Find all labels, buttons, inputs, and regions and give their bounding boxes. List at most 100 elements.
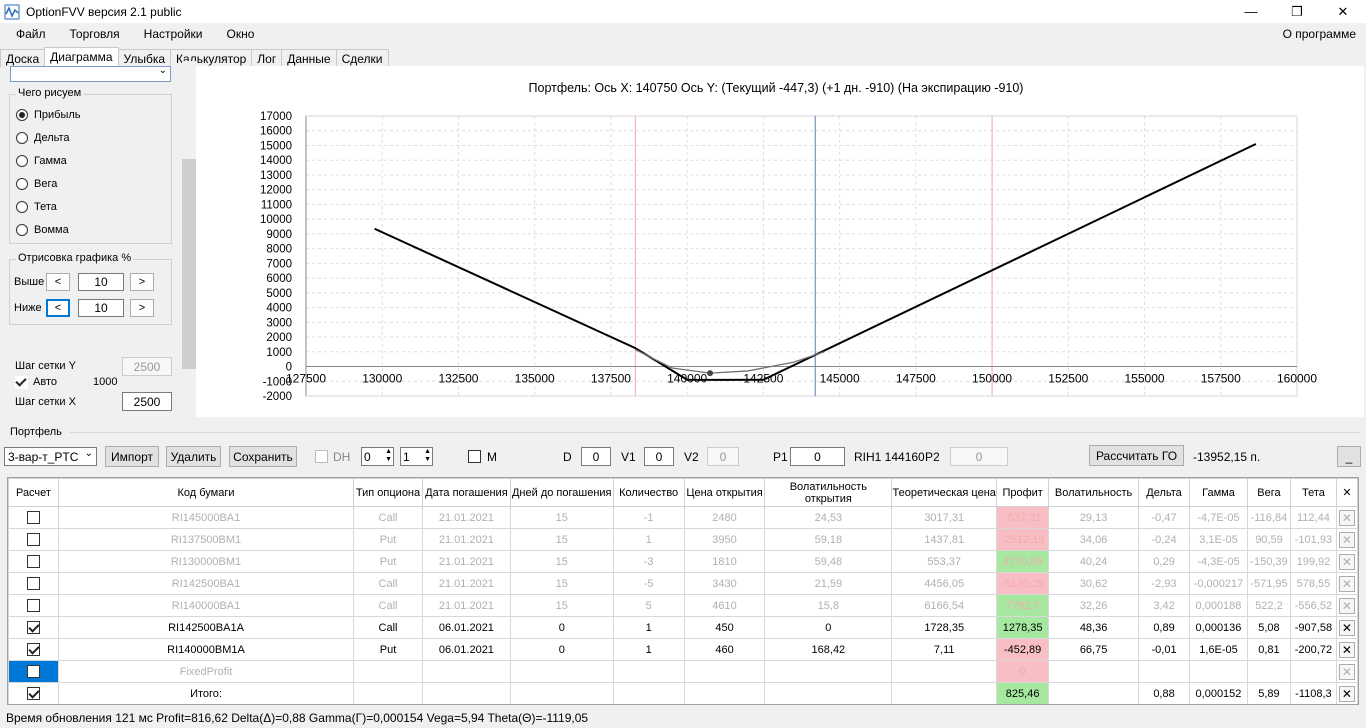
column-header[interactable]: Гамма [1189, 478, 1248, 507]
above-decrease-button[interactable]: < [46, 273, 70, 291]
calc-checkbox[interactable] [26, 555, 40, 568]
remove-cell[interactable]: ✕ [1335, 638, 1358, 661]
remove-row-icon[interactable]: ✕ [1338, 597, 1355, 614]
calc-checkbox-cell[interactable] [8, 506, 59, 529]
remove-cell[interactable]: ✕ [1335, 660, 1358, 683]
remove-row-icon[interactable]: ✕ [1338, 531, 1355, 548]
menu-trading[interactable]: Торговля [62, 27, 128, 41]
tab-diagram[interactable]: Диаграмма [44, 47, 119, 68]
m-checkbox[interactable] [468, 450, 481, 463]
calc-checkbox-cell[interactable] [8, 660, 59, 683]
calc-checkbox-cell[interactable] [8, 616, 59, 639]
save-button[interactable]: Сохранить [229, 446, 297, 467]
calc-checkbox-cell[interactable] [8, 572, 59, 595]
calc-checkbox[interactable] [26, 599, 40, 612]
calc-checkbox[interactable] [26, 511, 40, 524]
maximize-button[interactable]: ❐ [1274, 0, 1320, 23]
remove-row-icon[interactable]: ✕ [1338, 641, 1355, 658]
tab-data[interactable]: Данные [281, 49, 337, 67]
calc-checkbox-cell[interactable] [8, 682, 59, 704]
auto-checkbox[interactable] [15, 376, 28, 389]
column-header[interactable]: Количество [612, 478, 685, 507]
v2-input[interactable]: 0 [707, 447, 739, 466]
column-header[interactable]: Цена открытия [683, 478, 766, 507]
column-header[interactable]: Тета [1289, 478, 1337, 507]
calc-checkbox[interactable] [26, 687, 40, 700]
remove-cell[interactable]: ✕ [1335, 572, 1358, 595]
remove-cell[interactable]: ✕ [1335, 528, 1358, 551]
above-increase-button[interactable]: > [130, 273, 154, 291]
spin2-input[interactable]: 1 ▲ ▼ [400, 447, 433, 466]
calc-checkbox-cell[interactable] [8, 638, 59, 661]
spin1-input[interactable]: 0 ▲ ▼ [361, 447, 394, 466]
menu-about[interactable]: О программе [1283, 27, 1356, 41]
remove-row-icon[interactable]: ✕ [1338, 509, 1355, 526]
calc-checkbox-cell[interactable] [8, 594, 59, 617]
calc-checkbox[interactable] [26, 533, 40, 546]
column-header[interactable]: Дата погашения [421, 478, 511, 507]
table-row[interactable]: RI140000BA1 Call 21.01.2021 15 5 4610 15,8 6166… [8, 594, 1358, 617]
delete-button[interactable]: Удалить [166, 446, 221, 467]
p2-input[interactable]: 0 [950, 447, 1008, 466]
remove-cell[interactable]: ✕ [1335, 682, 1358, 704]
radio-delta[interactable]: Дельта [16, 132, 70, 144]
table-row[interactable]: RI142500BA1 Call 21.01.2021 15 -5 3430 21,59 44… [8, 572, 1358, 595]
radio-profit[interactable]: Прибыль [16, 109, 81, 121]
table-row[interactable]: FixedProfit 0 ✕ [8, 660, 1358, 683]
remove-cell[interactable]: ✕ [1335, 594, 1358, 617]
calc-checkbox-cell[interactable] [8, 528, 59, 551]
remove-row-icon[interactable]: ✕ [1338, 619, 1355, 636]
remove-cell[interactable]: ✕ [1335, 616, 1358, 639]
grid-y-input[interactable]: 2500 [122, 357, 172, 376]
v1-input[interactable]: 0 [644, 447, 674, 466]
column-header[interactable]: Тип опциона [353, 478, 423, 507]
tab-board[interactable]: Доска [0, 49, 46, 67]
table-row[interactable]: Итого: 825,46 0,88 0,000152 5,89 -1108,3 ✕ [8, 682, 1358, 704]
remove-row-icon[interactable]: ✕ [1338, 685, 1355, 702]
column-header[interactable]: Дельта [1138, 478, 1190, 507]
table-row[interactable]: RI142500BA1A Call 06.01.2021 0 1 450 0 1728,35 1… [8, 616, 1358, 639]
below-decrease-button[interactable]: < [46, 299, 70, 317]
calc-checkbox[interactable] [26, 577, 40, 590]
table-row[interactable]: RI140000BM1A Put 06.01.2021 0 1 460 168,42 7,11… [8, 638, 1358, 661]
tab-log[interactable]: Лог [251, 49, 283, 67]
table-row[interactable]: RI137500BM1 Put 21.01.2021 15 1 3950 59,18 1437… [8, 528, 1358, 551]
calc-checkbox-cell[interactable] [8, 550, 59, 573]
portfolio-combo[interactable]: 3-вар-т_PTC ⌄ [4, 447, 97, 466]
menu-settings[interactable]: Настройки [136, 27, 211, 41]
grid-x-input[interactable]: 2500 [122, 392, 172, 411]
tab-deals[interactable]: Сделки [335, 49, 389, 67]
calc-go-button[interactable]: Рассчитать ГО [1089, 445, 1184, 466]
remove-row-icon[interactable]: ✕ [1338, 553, 1355, 570]
minimize-button[interactable]: — [1228, 0, 1274, 23]
scrollbar-thumb[interactable] [182, 159, 196, 369]
below-increase-button[interactable]: > [130, 299, 154, 317]
d-input[interactable]: 0 [581, 447, 611, 466]
table-row[interactable]: RI130000BM1 Put 21.01.2021 15 -3 1810 59,48 553… [8, 550, 1358, 573]
radio-vomma[interactable]: Вомма [16, 224, 69, 236]
radio-vega[interactable]: Вега [16, 178, 57, 190]
remove-row-icon[interactable]: ✕ [1338, 575, 1355, 592]
menu-window[interactable]: Окно [219, 27, 263, 41]
remove-cell[interactable]: ✕ [1335, 550, 1358, 573]
radio-theta[interactable]: Тета [16, 201, 57, 213]
updown-icon[interactable]: ▲ ▼ [385, 448, 392, 464]
import-button[interactable]: Импорт [105, 446, 159, 467]
column-header[interactable]: Расчет [8, 478, 59, 507]
above-input[interactable]: 10 [78, 273, 124, 291]
minimize-panel-button[interactable]: _ [1337, 446, 1361, 467]
radio-gamma[interactable]: Гамма [16, 155, 67, 167]
remove-row-icon[interactable]: ✕ [1338, 663, 1355, 680]
column-header[interactable]: Теоретическая цена [891, 478, 998, 507]
table-row[interactable]: RI145000BA1 Call 21.01.2021 15 -1 2480 24,53 30… [8, 506, 1358, 529]
menu-file[interactable]: Файл [8, 27, 54, 41]
calc-checkbox[interactable] [26, 643, 40, 656]
column-header[interactable]: Профит [996, 478, 1050, 507]
column-header[interactable]: Вега [1246, 478, 1291, 507]
column-header[interactable]: Волатильность открытия [764, 478, 893, 507]
dh-checkbox[interactable] [315, 450, 328, 463]
column-header[interactable]: Дней до погашения [509, 478, 614, 507]
calc-checkbox[interactable] [26, 621, 40, 634]
remove-cell[interactable]: ✕ [1335, 506, 1358, 529]
column-header[interactable]: Код бумаги [57, 478, 355, 507]
